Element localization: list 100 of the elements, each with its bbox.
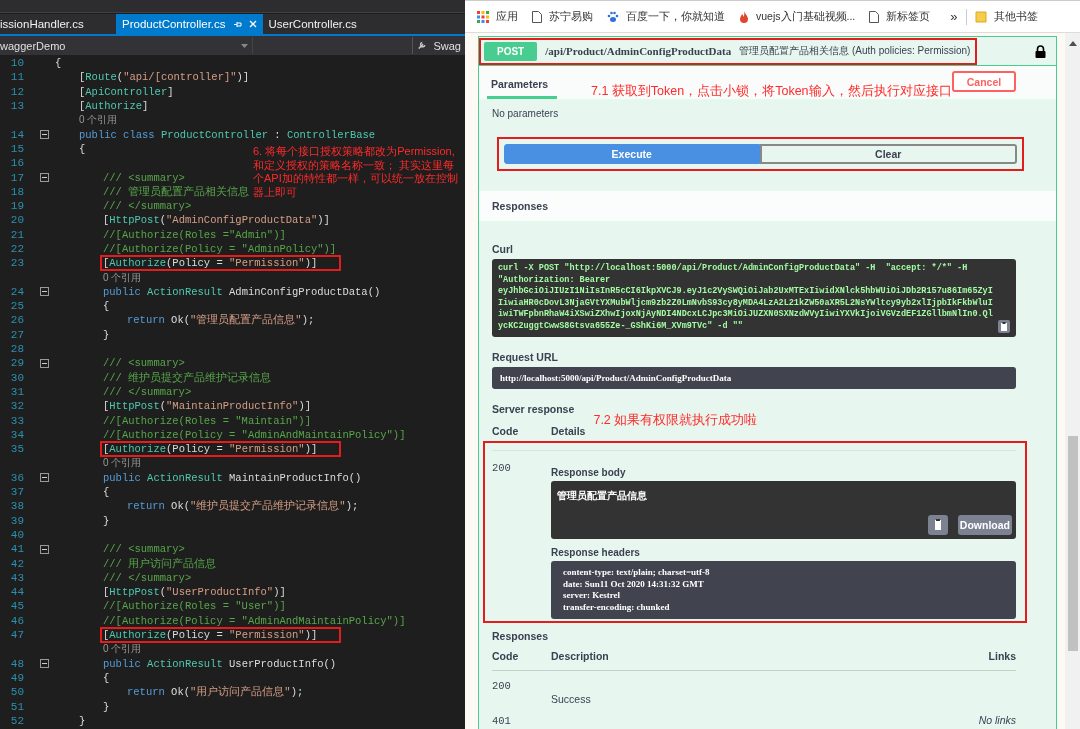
line-number: 32 bbox=[9, 400, 24, 413]
code-line: //[Authorize(Policy = "AdminPolicy")] bbox=[103, 243, 337, 255]
line-number: 12 bbox=[9, 85, 24, 98]
copy-icon[interactable] bbox=[998, 320, 1010, 333]
collapse-icon[interactable] bbox=[40, 287, 49, 297]
line-number: 41 bbox=[9, 543, 24, 556]
code-line: [Route("api/[controller]")] bbox=[79, 71, 250, 84]
bookmark[interactable]: 百度一下，你就知道 bbox=[607, 9, 725, 24]
code-line: { bbox=[79, 142, 86, 155]
bookmark[interactable]: 新标签页 bbox=[869, 9, 931, 24]
collapse-icon[interactable] bbox=[40, 544, 49, 554]
file-tab[interactable]: issionHandler.cs bbox=[0, 14, 116, 34]
line-number: 49 bbox=[9, 671, 24, 684]
response-description: Success bbox=[551, 693, 591, 706]
line-number: 39 bbox=[9, 514, 24, 527]
code-line: /// </summary> bbox=[103, 571, 192, 584]
line-number: 28 bbox=[9, 343, 24, 356]
copy-icon[interactable] bbox=[927, 515, 948, 535]
code-line: public ActionResult AdminConfigProductData() bbox=[103, 285, 381, 298]
line-number: 35 bbox=[9, 443, 24, 456]
bookmark[interactable]: 应用 bbox=[477, 9, 518, 24]
column-header: Code bbox=[492, 650, 520, 663]
file-tab[interactable]: UserController.cs bbox=[262, 14, 363, 34]
code-line: } bbox=[103, 328, 110, 341]
line-number: 15 bbox=[9, 142, 24, 155]
line-number: 26 bbox=[9, 314, 24, 327]
code-line: [Authorize] bbox=[79, 100, 149, 113]
code-line: [ApiController] bbox=[79, 85, 174, 98]
code-line: { bbox=[55, 57, 62, 70]
code-line: public ActionResult MaintainProductInfo() bbox=[103, 471, 362, 484]
line-number: 18 bbox=[9, 185, 24, 198]
responses-label: Responses bbox=[492, 630, 550, 643]
collapse-icon[interactable] bbox=[40, 130, 49, 140]
code-line: //[Authorize(Policy = "AdminAndMaintainPolicy")] bbox=[103, 614, 406, 627]
line-number: 46 bbox=[9, 614, 24, 627]
line-number: 30 bbox=[9, 371, 24, 384]
more-bookmarks[interactable]: » bbox=[950, 9, 958, 24]
curl-label: Curl bbox=[492, 243, 514, 255]
code-line: [HttpPost("MaintainProductInfo")] bbox=[103, 400, 311, 413]
curl-command: curl -X POST "http://localhost:5000/api/Product/AdminConfigProductData" -H "accept: */*" -H "Authorization: Bearer eyJhbGciOiJIUzI1NiIsInR5cCI6IkpXVCJ9.eyJ1c2VySWQiOiJab2UxMTExIiwidXNlck5hbWUiOiJDb2R157u86Im65ZyI IiwiaHR0cDovL3NjaGVtYXMubWljcm9zb2Z0LmNvbS93cy8yMDA4LzA2L21kZW50aXR5L2NsYWltcy9yb2xlIjpbIkFkbWluI iwiTWFpbnRhaW4iXSwiZXhwIjoxNjAyNDI4NDcxLCJpc3MiOiJUZXN0SXNzdWVyIiwiYXVkIjoiVGVzdEF1ZGllbmNlIn0.Ql ycKC2uggtCwwS8Gtsva655Ze-_GShKi6M_XVm9TVc" -d "" bbox=[498, 263, 994, 332]
wrench-icon bbox=[417, 40, 428, 51]
endpoint-path[interactable]: /api/Product/AdminConfigProductData bbox=[545, 45, 732, 57]
caret-icon bbox=[241, 43, 248, 48]
reference-count[interactable]: 0 个引用 bbox=[103, 270, 142, 285]
line-number: 17 bbox=[9, 171, 24, 184]
collapse-icon[interactable] bbox=[40, 659, 49, 669]
code-line: public ActionResult UserProductInfo() bbox=[103, 657, 337, 670]
no-parameters-text: No parameters bbox=[492, 108, 560, 119]
close-icon[interactable] bbox=[248, 20, 257, 28]
file-tab[interactable]: ProductController.cs bbox=[116, 14, 263, 34]
code-line: //[Authorize(Roles = "Maintain")] bbox=[103, 414, 311, 427]
apps-icon bbox=[477, 10, 489, 23]
code-line: /// </summary> bbox=[103, 200, 192, 213]
project-dropdown[interactable]: waggerDemo bbox=[0, 37, 253, 54]
reference-count[interactable]: 0 个引用 bbox=[103, 456, 142, 471]
line-number: 22 bbox=[9, 243, 24, 255]
code-line: //[Authorize(Policy = "AdminAndMaintainPolicy")] bbox=[103, 428, 406, 441]
line-number: 31 bbox=[9, 385, 24, 398]
code-line: [Authorize(Policy = "Permission")] bbox=[103, 257, 318, 270]
bookmark[interactable]: 苏宁易购 bbox=[532, 9, 593, 24]
collapse-icon[interactable] bbox=[40, 473, 49, 483]
line-number: 29 bbox=[9, 357, 24, 370]
line-number: 33 bbox=[9, 414, 24, 427]
response-headers: content-type: text/plain; charset=utf-8 date: Sun11 Oct 2020 14:31:32 GMT server: Kestrel transfer-encoding: chunked bbox=[551, 561, 1016, 620]
line-number: 20 bbox=[9, 214, 24, 227]
scrollbar[interactable] bbox=[1065, 33, 1080, 729]
clear-button[interactable]: Clear bbox=[759, 144, 1017, 164]
section-title: Responses bbox=[492, 200, 549, 212]
code-line: [Authorize(Policy = "Permission")] bbox=[103, 443, 318, 456]
code-line: /// <summary> bbox=[103, 357, 185, 370]
bookmark[interactable]: vuejs入门基础视频... bbox=[739, 9, 856, 24]
pin-icon[interactable] bbox=[232, 19, 242, 29]
paw-icon bbox=[607, 10, 619, 23]
code-line: [Authorize(Policy = "Permission")] bbox=[103, 629, 318, 642]
reference-count[interactable]: 0 个引用 bbox=[103, 642, 142, 657]
page-icon bbox=[532, 10, 542, 23]
request-url-label: Request URL bbox=[492, 351, 559, 363]
line-number: 40 bbox=[9, 528, 24, 541]
collapse-icon[interactable] bbox=[40, 358, 49, 368]
request-url: http://localhost:5000/api/Product/AdminConfigProductData bbox=[492, 367, 1016, 389]
code-line: return Ok("用户访问产品信息"); bbox=[127, 686, 304, 699]
scroll-up-icon[interactable] bbox=[1068, 41, 1077, 46]
collapse-icon[interactable] bbox=[40, 173, 49, 182]
reference-count[interactable]: 0 个引用 bbox=[79, 113, 118, 128]
line-number: 52 bbox=[9, 714, 24, 727]
lock-icon[interactable] bbox=[1035, 44, 1046, 58]
scrollbar-thumb[interactable] bbox=[1067, 436, 1078, 651]
flame-icon bbox=[739, 10, 749, 23]
line-number: 34 bbox=[9, 428, 24, 441]
parameters-tab[interactable]: Parameters bbox=[487, 78, 557, 99]
code-line: //[Authorize(Roles = "User")] bbox=[103, 600, 286, 613]
folder-icon bbox=[974, 10, 987, 23]
code-line: return Ok("管理员配置产品信息"); bbox=[127, 314, 315, 327]
line-number: 51 bbox=[9, 700, 24, 713]
bookmark-folder[interactable]: 其他书签 bbox=[974, 9, 1038, 24]
method-badge: POST bbox=[484, 41, 538, 61]
line-number: 10 bbox=[9, 57, 24, 70]
download-button[interactable]: Download bbox=[957, 515, 1012, 535]
line-number: 19 bbox=[9, 200, 24, 213]
annotation-note: 6. 将每个接口授权策略都改为Permission,和定义授权的策略名称一致； 其实这里每个API加的特性都一样，可以统一放在控制器上即可 bbox=[253, 145, 459, 199]
